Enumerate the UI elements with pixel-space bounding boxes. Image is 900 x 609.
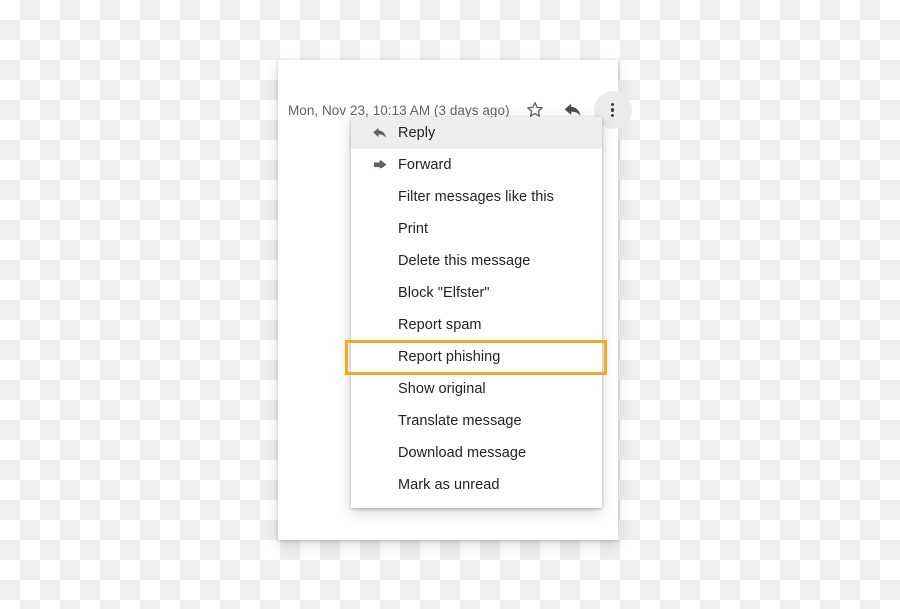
menu-item-mark-as-unread[interactable]: Mark as unread <box>351 469 602 501</box>
menu-item-label: Delete this message <box>398 253 531 269</box>
more-dot <box>610 108 615 112</box>
menu-item-label: Report spam <box>398 317 482 333</box>
menu-item-label: Print <box>398 221 429 237</box>
more-dot <box>610 113 615 117</box>
menu-item-label: Forward <box>398 157 452 173</box>
menu-item-label: Reply <box>398 125 436 141</box>
menu-item-label: Translate message <box>398 413 522 429</box>
menu-item-show-original[interactable]: Show original <box>351 373 602 405</box>
menu-item-report-spam[interactable]: Report spam <box>351 309 602 341</box>
forward-icon <box>365 156 395 174</box>
menu-item-reply[interactable]: Reply <box>351 117 602 149</box>
menu-item-label: Block "Elfster" <box>398 285 490 301</box>
menu-item-translate-message[interactable]: Translate message <box>351 405 602 437</box>
menu-item-block-sender[interactable]: Block "Elfster" <box>351 277 602 309</box>
menu-item-label: Show original <box>398 381 486 397</box>
message-context-menu[interactable]: Reply Forward Filter messages like this … <box>351 117 602 508</box>
message-timestamp: Mon, Nov 23, 10:13 AM (3 days ago) <box>288 102 510 118</box>
menu-item-label: Filter messages like this <box>398 189 554 205</box>
menu-item-report-phishing[interactable]: Report phishing <box>351 341 602 373</box>
menu-item-label: Mark as unread <box>398 477 500 493</box>
menu-item-forward[interactable]: Forward <box>351 149 602 181</box>
menu-item-label: Download message <box>398 445 527 461</box>
reply-icon <box>365 124 395 142</box>
menu-item-download-message[interactable]: Download message <box>351 437 602 469</box>
more-dot <box>610 103 615 107</box>
screenshot-canvas: Mon, Nov 23, 10:13 AM (3 days ago) Reply… <box>0 0 900 609</box>
menu-item-delete-this-message[interactable]: Delete this message <box>351 245 602 277</box>
menu-item-filter-messages-like-this[interactable]: Filter messages like this <box>351 181 602 213</box>
menu-item-print[interactable]: Print <box>351 213 602 245</box>
menu-item-label: Report phishing <box>398 349 501 365</box>
